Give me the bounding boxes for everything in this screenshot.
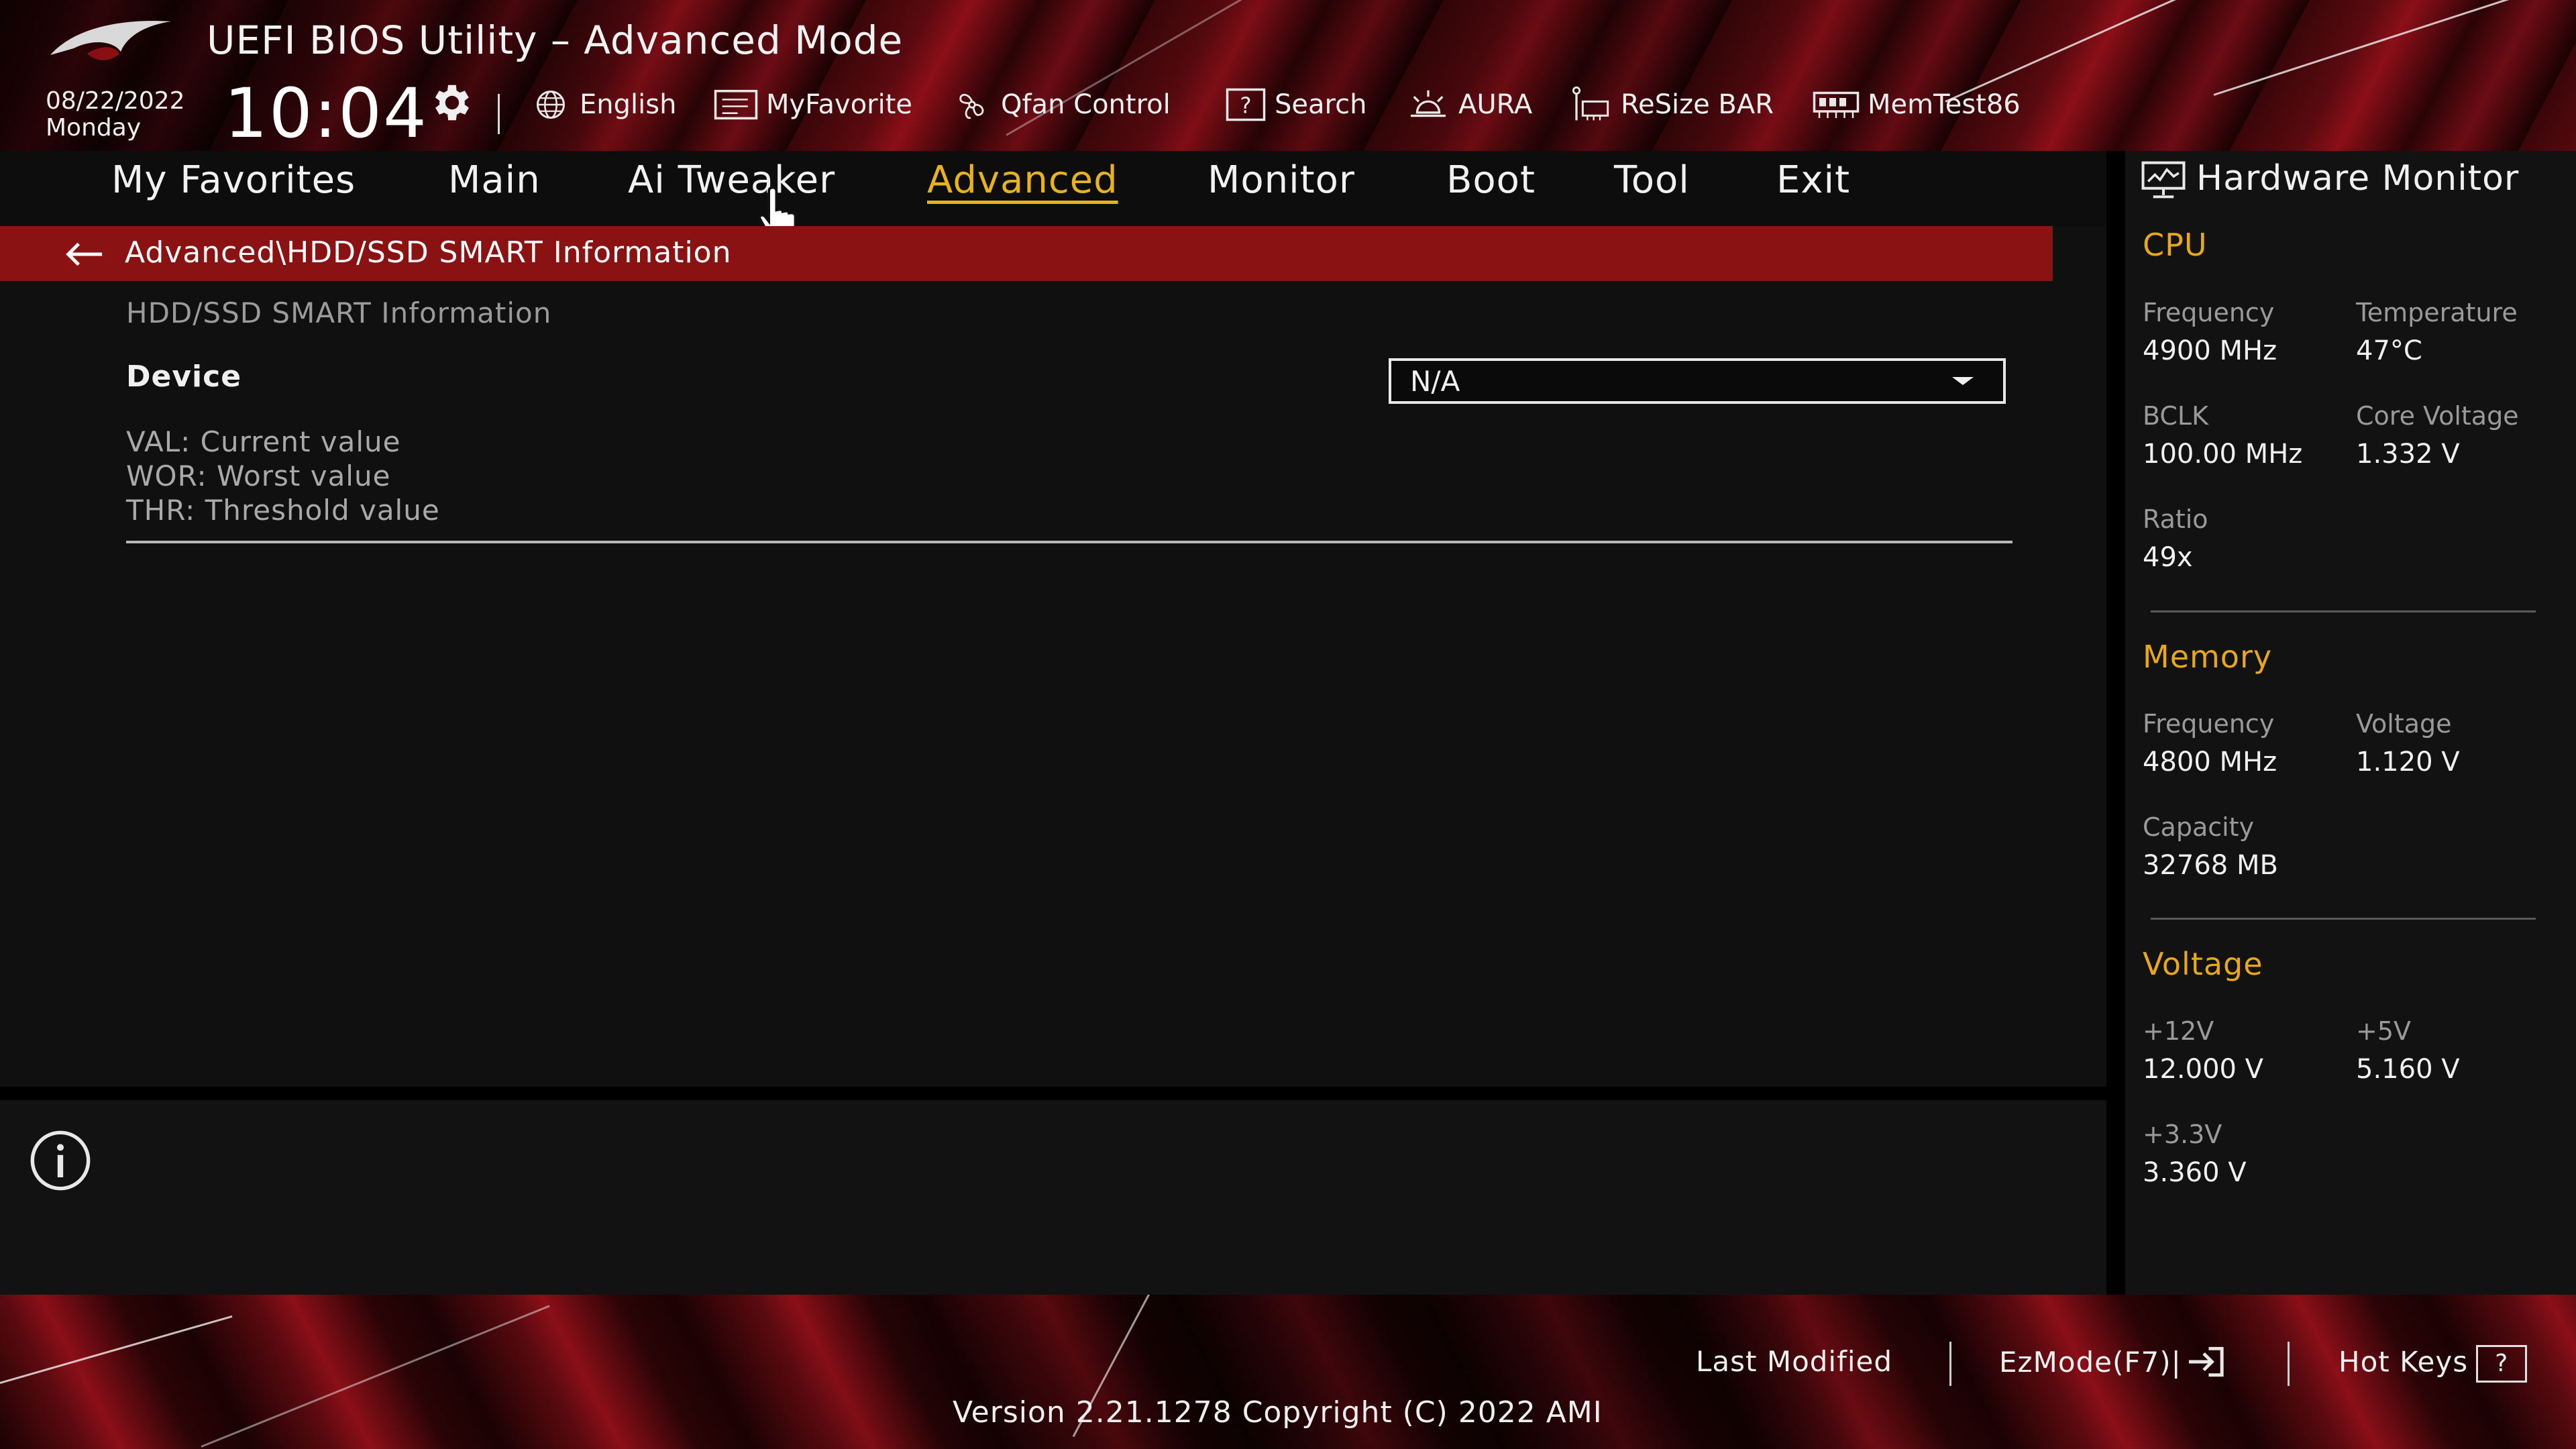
hw-5v-label: +5V	[2356, 1016, 2412, 1046]
tab-boot[interactable]: Boot	[1446, 158, 1536, 202]
svg-text:?: ?	[1240, 93, 1251, 119]
toolbar-myfavorite-label: MyFavorite	[766, 89, 913, 120]
legend-val: VAL: Current value	[126, 425, 401, 458]
hw-memory-capacity-label: Capacity	[2143, 812, 2255, 842]
tab-my-favorites[interactable]: My Favorites	[111, 158, 356, 202]
help-key-icon: ?	[2476, 1345, 2528, 1383]
hw-cpu-core-voltage-label: Core Voltage	[2356, 401, 2519, 431]
hw-cpu-ratio: 49x	[2143, 542, 2193, 573]
footer-divider	[1949, 1342, 1951, 1386]
hw-cpu-bclk: 100.00 MHz	[2143, 439, 2303, 470]
toolbar-aura[interactable]: AURA	[1406, 87, 1532, 122]
tab-advanced[interactable]: Advanced	[927, 158, 1118, 202]
toolbar-search[interactable]: ? Search	[1225, 87, 1366, 122]
device-label: Device	[126, 360, 242, 394]
search-icon: ?	[1226, 88, 1266, 121]
hw-divider	[2151, 918, 2536, 920]
rog-logo-icon	[50, 21, 171, 60]
chevron-down-icon	[1952, 377, 1974, 385]
toolbar-resize-bar[interactable]: ReSize BAR	[1568, 86, 1774, 122]
tab-main[interactable]: Main	[448, 158, 541, 202]
tab-monitor[interactable]: Monitor	[1208, 158, 1355, 202]
footer-divider	[2288, 1342, 2290, 1386]
legend-thr: THR: Threshold value	[126, 494, 440, 527]
hw-memory-voltage-label: Voltage	[2356, 709, 2452, 739]
toolbar-resize-bar-label: ReSize BAR	[1621, 89, 1774, 120]
back-arrow-icon[interactable]	[63, 241, 105, 268]
hw-memory-capacity: 32768 MB	[2143, 850, 2278, 881]
hw-cpu-frequency: 4900 MHz	[2143, 335, 2277, 366]
hw-memory-frequency: 4800 MHz	[2143, 747, 2277, 777]
info-icon	[30, 1130, 91, 1191]
clock-time[interactable]: 10:04	[224, 74, 428, 154]
tab-exit[interactable]: Exit	[1776, 158, 1850, 202]
exit-arrow-icon	[2188, 1346, 2224, 1377]
section-title: HDD/SSD SMART Information	[126, 297, 552, 329]
hw-cpu-core-voltage: 1.332 V	[2356, 439, 2460, 470]
resize-bar-icon	[1572, 86, 1609, 121]
aura-icon	[1411, 90, 1446, 117]
date-text: 08/22/2022	[46, 87, 185, 115]
breadcrumb-path: Advanced\HDD/SSD SMART Information	[125, 235, 732, 270]
hw-cpu-heading: CPU	[2143, 227, 2208, 263]
hw-cpu-bclk-label: BCLK	[2143, 401, 2209, 431]
ezmode-label: EzMode(F7)|	[1999, 1345, 2182, 1379]
toolbar-memtest[interactable]: MemTest86	[1813, 87, 2021, 122]
legend-wor: WOR: Worst value	[126, 460, 391, 492]
toolbar-aura-label: AURA	[1458, 89, 1533, 120]
page-title: UEFI BIOS Utility – Advanced Mode	[207, 17, 904, 63]
version-text: Version 2.21.1278 Copyright (C) 2022 AMI	[953, 1395, 1603, 1430]
hw-voltage-heading: Voltage	[2143, 946, 2263, 982]
hw-divider	[2151, 610, 2536, 612]
toolbar-qfan[interactable]: Qfan Control	[951, 87, 1171, 122]
toolbar-language-label: English	[580, 89, 677, 120]
toolbar-search-label: Search	[1275, 89, 1367, 120]
last-modified-button[interactable]: Last Modified	[1696, 1345, 1892, 1378]
memory-icon	[1813, 91, 1860, 118]
hw-12v: 12.000 V	[2143, 1054, 2264, 1085]
fan-icon	[959, 93, 984, 119]
toolbar-myfavorite[interactable]: MyFavorite	[714, 87, 912, 122]
hw-12v-label: +12V	[2143, 1016, 2214, 1046]
globe-icon	[536, 90, 566, 119]
tab-tool[interactable]: Tool	[1614, 158, 1690, 202]
hot-keys-label: Hot Keys	[2339, 1345, 2469, 1379]
device-dropdown-value: N/A	[1410, 365, 1460, 398]
hw-cpu-ratio-label: Ratio	[2143, 504, 2208, 534]
device-dropdown[interactable]: N/A	[1389, 358, 2006, 404]
toolbar-memtest-label: MemTest86	[1868, 89, 2021, 120]
toolbar-qfan-label: Qfan Control	[1001, 89, 1171, 120]
breadcrumb: Advanced\HDD/SSD SMART Information	[0, 226, 2053, 281]
hw-cpu-temperature: 47°C	[2356, 335, 2422, 366]
ezmode-button[interactable]: EzMode(F7)|	[1999, 1345, 2229, 1379]
hot-keys-button[interactable]: Hot Keys?	[2339, 1345, 2528, 1383]
hw-cpu-temperature-label: Temperature	[2356, 298, 2518, 327]
header-divider	[498, 94, 500, 134]
hw-3v3-label: +3.3V	[2143, 1120, 2222, 1149]
hw-3v3: 3.360 V	[2143, 1157, 2247, 1188]
hardware-monitor-title: Hardware Monitor	[2196, 158, 2520, 199]
hw-memory-frequency-label: Frequency	[2143, 709, 2275, 739]
hw-memory-voltage: 1.120 V	[2356, 747, 2460, 777]
help-panel	[0, 1100, 2106, 1295]
section-divider	[126, 541, 2012, 543]
hw-5v: 5.160 V	[2356, 1054, 2460, 1085]
hw-cpu-frequency-label: Frequency	[2143, 298, 2275, 327]
hw-memory-heading: Memory	[2143, 639, 2273, 675]
toolbar-language[interactable]: English	[530, 87, 676, 122]
day-text: Monday	[46, 114, 142, 142]
gear-icon[interactable]	[427, 79, 474, 126]
monitor-icon	[2141, 161, 2186, 199]
main-panel	[0, 226, 2106, 1087]
favorite-icon	[714, 89, 758, 120]
